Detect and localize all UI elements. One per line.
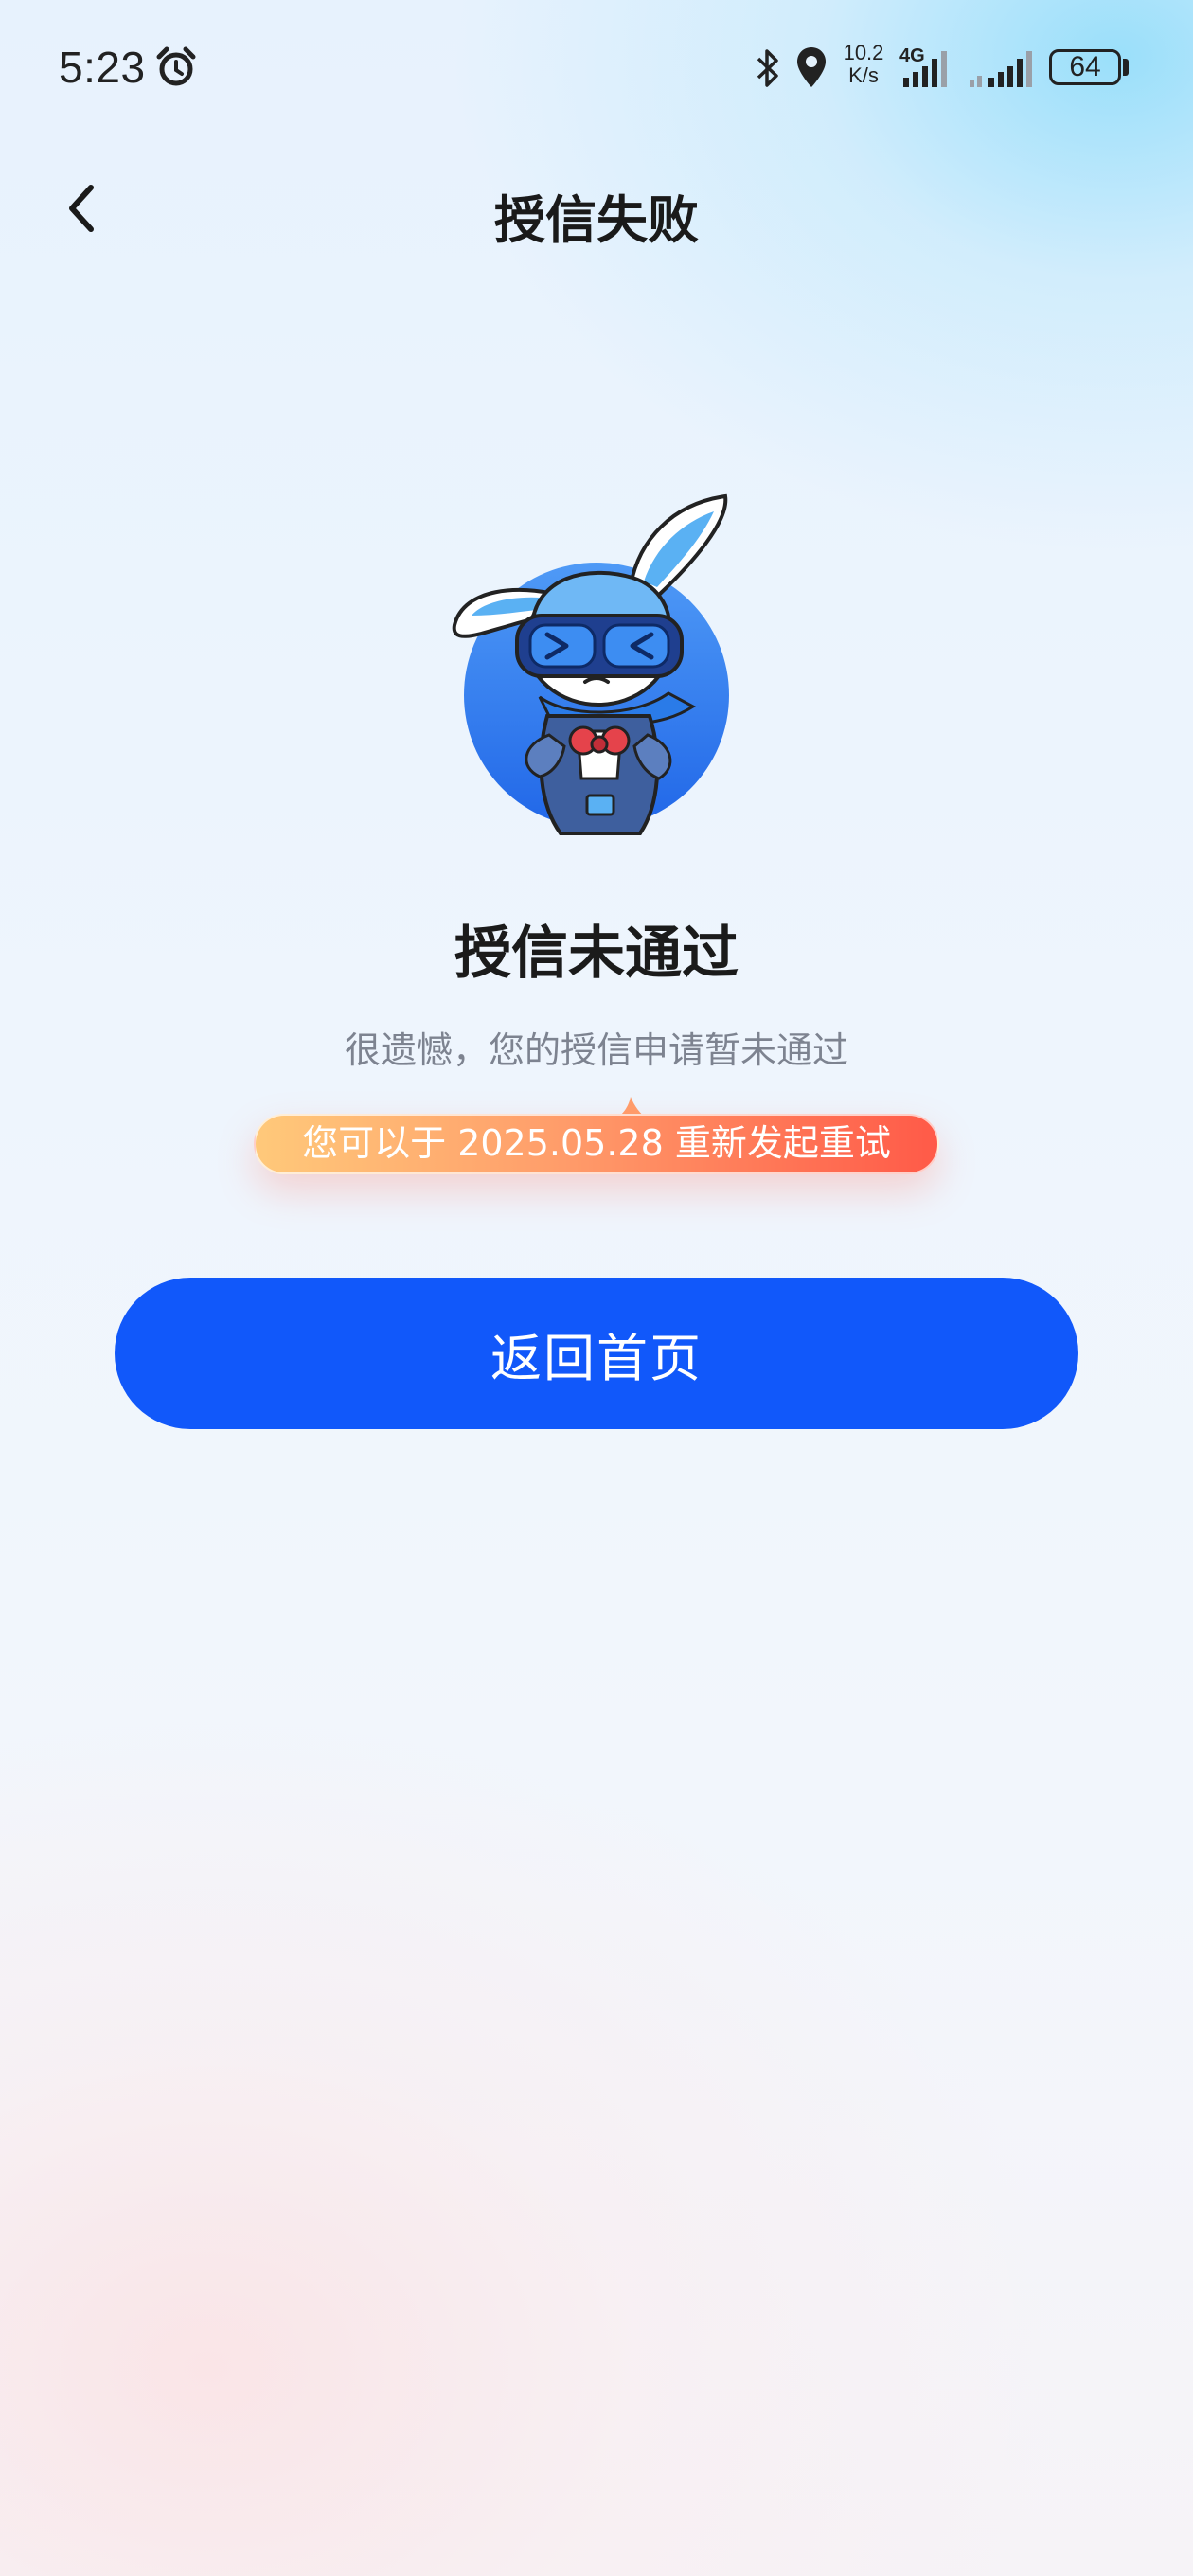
status-time: 5:23	[59, 43, 146, 92]
result-description: 很遗憾，您的授信申请暂未通过	[344, 1029, 848, 1071]
retry-tip-text: 您可以于 2025.05.28 重新发起重试	[302, 1122, 891, 1164]
result-title: 授信未通过	[454, 921, 739, 987]
signal-icon	[903, 51, 947, 87]
network-speed: 10.2 K/s	[837, 42, 890, 87]
network-speed-value: 10.2	[843, 41, 884, 64]
battery-tip	[1123, 59, 1129, 76]
back-to-home-button[interactable]: 返回首页	[115, 1278, 1078, 1429]
bluetooth-icon	[757, 49, 778, 87]
page-title: 授信失败	[494, 190, 699, 250]
rabbit-mascot-illustration	[452, 493, 729, 835]
signal-icon-secondary	[970, 51, 1032, 87]
status-bar: 5:23 10.2 K/s 4G 64	[0, 0, 1193, 133]
location-icon	[797, 47, 826, 87]
alarm-icon	[156, 46, 196, 86]
network-speed-unit: K/s	[848, 63, 879, 87]
battery-icon: 64	[1049, 49, 1121, 85]
